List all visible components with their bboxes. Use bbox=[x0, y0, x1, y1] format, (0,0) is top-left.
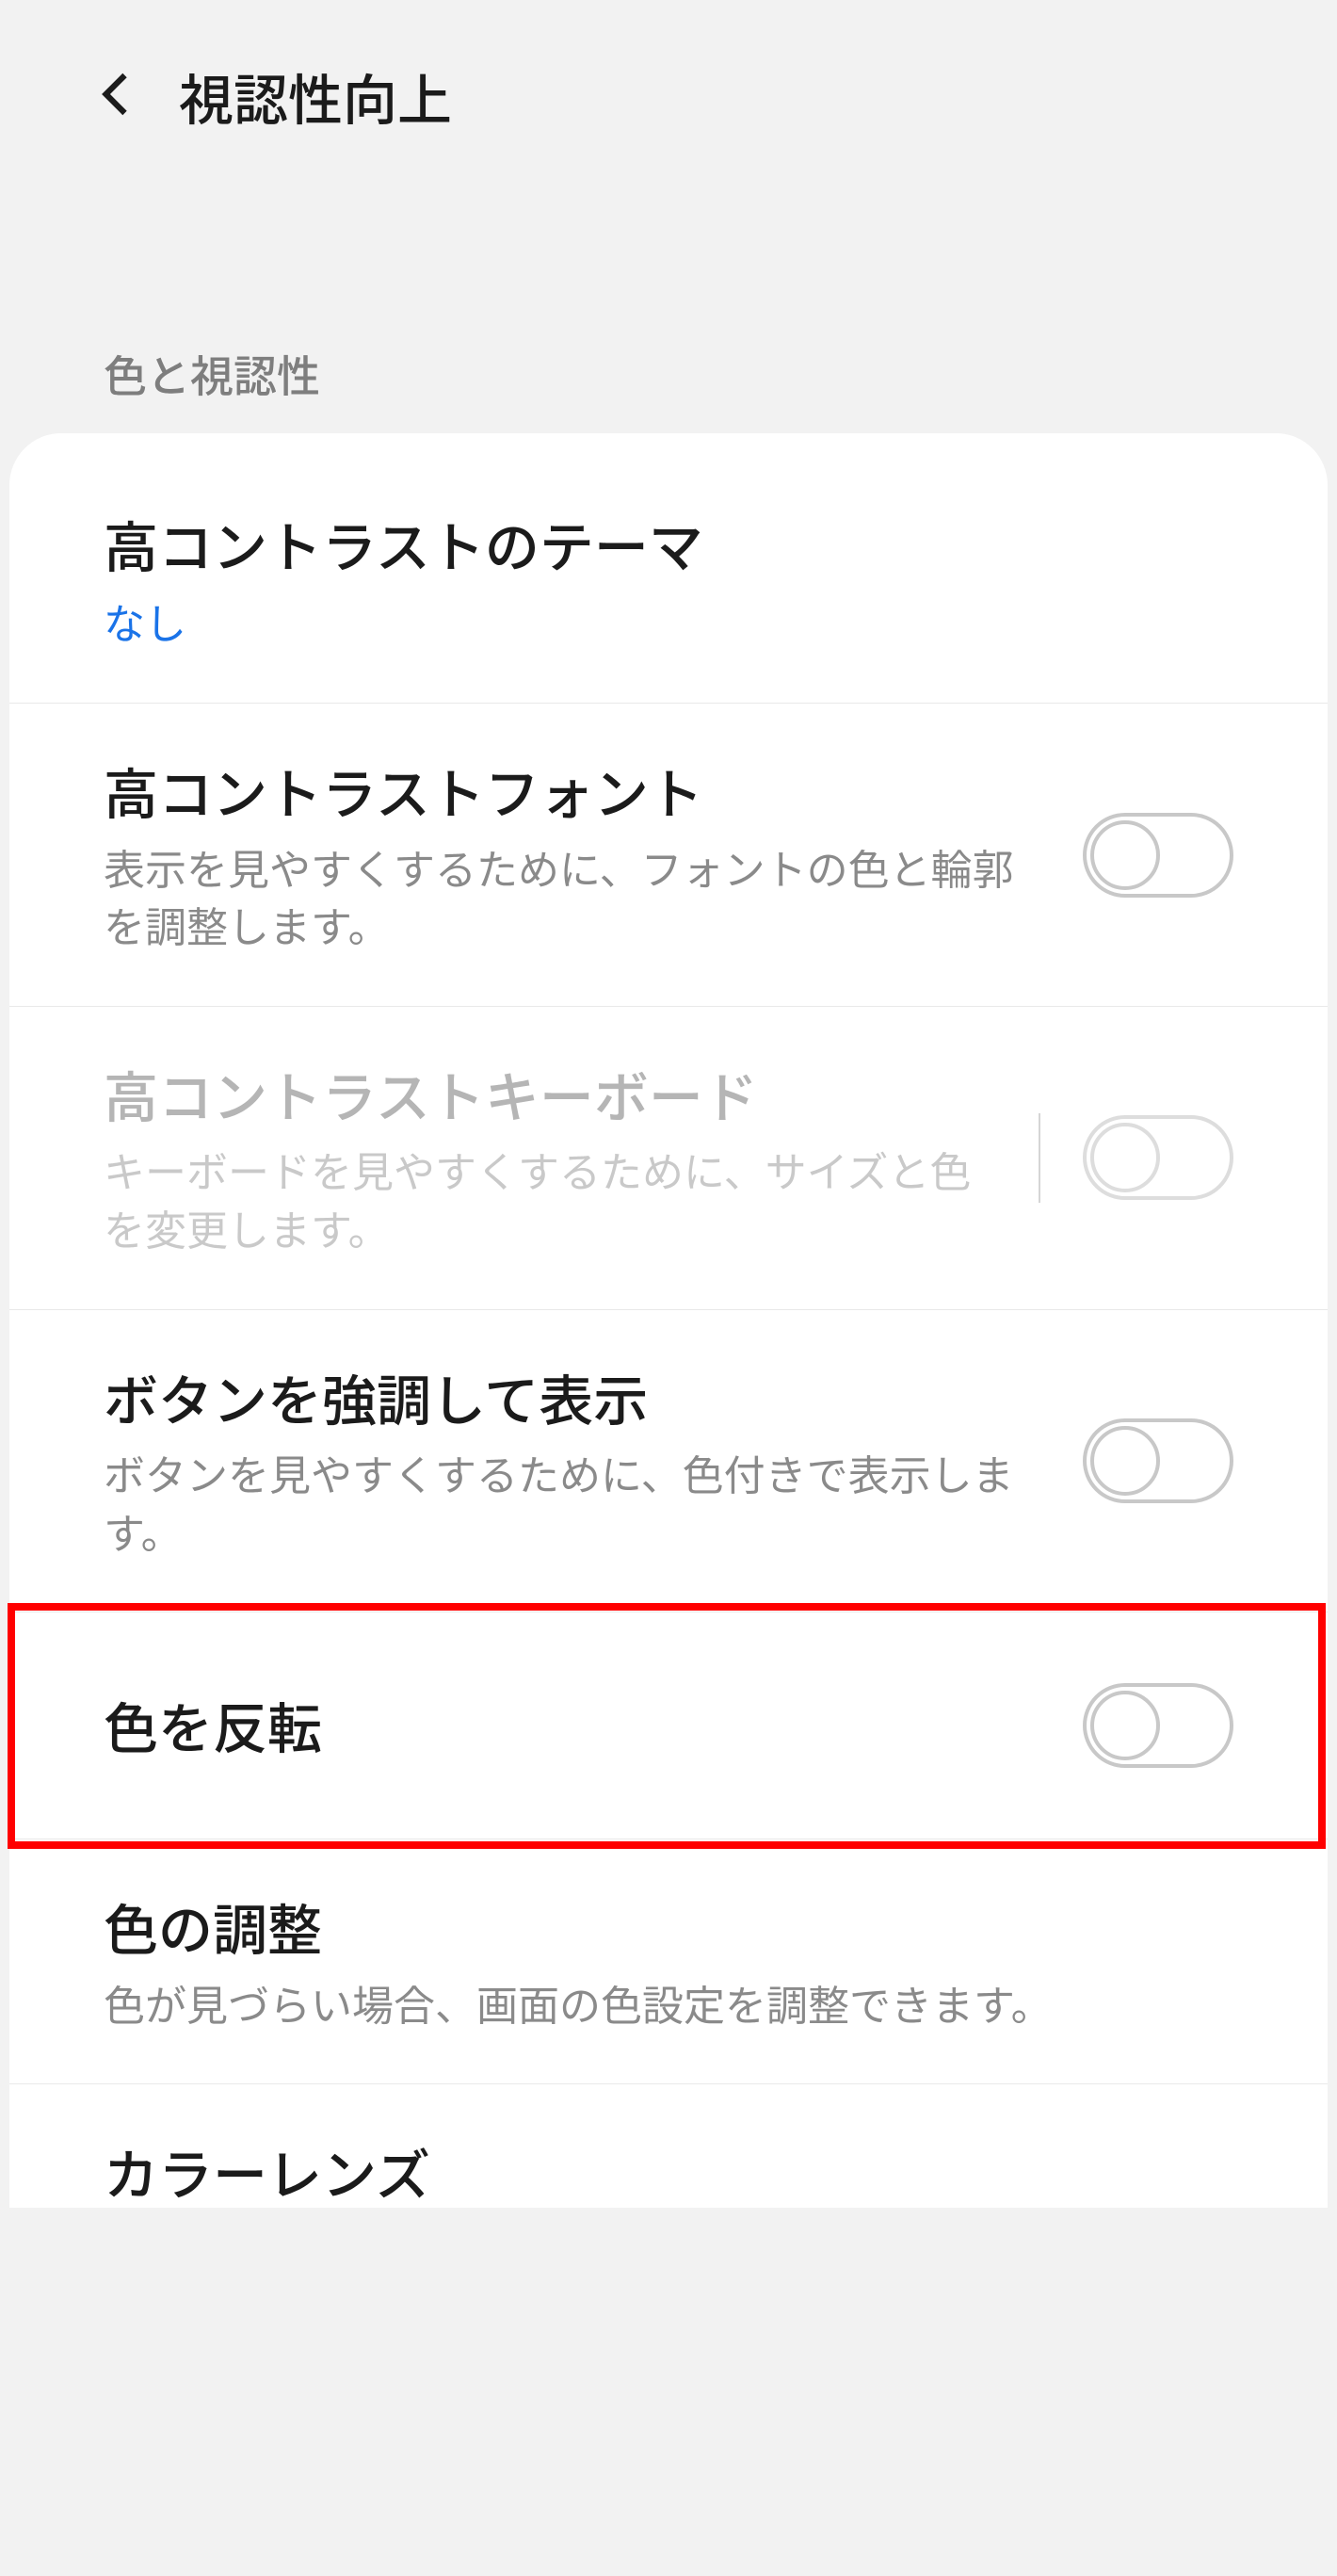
back-icon[interactable] bbox=[94, 71, 141, 122]
divider bbox=[1039, 1113, 1040, 1203]
toggle-high-contrast-font[interactable] bbox=[1083, 813, 1233, 898]
toggle-high-contrast-keyboard[interactable] bbox=[1083, 1115, 1233, 1200]
item-title: 高コントラストのテーマ bbox=[104, 509, 1205, 579]
item-title: ボタンを強調して表示 bbox=[104, 1362, 1055, 1433]
item-invert-colors[interactable]: 色を反転 bbox=[9, 1612, 1328, 1839]
item-color-adjustment[interactable]: 色の調整 色が見づらい場合、画面の色設定を調整できます。 bbox=[9, 1839, 1328, 2084]
item-value: なし bbox=[104, 591, 1205, 651]
item-title: 高コントラストフォント bbox=[104, 755, 1055, 826]
item-sub: 色が見づらい場合、画面の色設定を調整できます。 bbox=[104, 1974, 1205, 2033]
section-label: 色と視認性 bbox=[0, 192, 1337, 433]
item-sub: ボタンを見やすくするために、色付きで表示します。 bbox=[104, 1444, 1055, 1560]
item-sub: 表示を見やすくするために、フォントの色と輪郭を調整します。 bbox=[104, 838, 1055, 954]
item-sub: キーボードを見やすくするために、サイズと色を変更します。 bbox=[104, 1141, 1010, 1256]
item-title: カラーレンズ bbox=[104, 2136, 1205, 2207]
toggle-group bbox=[1039, 1113, 1233, 1203]
toggle-highlight-buttons[interactable] bbox=[1083, 1418, 1233, 1503]
item-title: 高コントラストキーボード bbox=[104, 1059, 1010, 1129]
item-title: 色の調整 bbox=[104, 1891, 1205, 1962]
item-high-contrast-keyboard[interactable]: 高コントラストキーボード キーボードを見やすくするために、サイズと色を変更します… bbox=[9, 1007, 1328, 1310]
settings-card: 高コントラストのテーマ なし 高コントラストフォント 表示を見やすくするために、… bbox=[9, 433, 1328, 2208]
item-high-contrast-font[interactable]: 高コントラストフォント 表示を見やすくするために、フォントの色と輪郭を調整します… bbox=[9, 704, 1328, 1007]
page-title: 視認性向上 bbox=[179, 57, 452, 136]
item-high-contrast-theme[interactable]: 高コントラストのテーマ なし bbox=[9, 433, 1328, 704]
item-color-lens[interactable]: カラーレンズ bbox=[9, 2084, 1328, 2207]
item-title: 色を反転 bbox=[104, 1690, 1055, 1760]
toggle-invert-colors[interactable] bbox=[1083, 1683, 1233, 1768]
page-header: 視認性向上 bbox=[0, 0, 1337, 192]
item-highlight-buttons[interactable]: ボタンを強調して表示 ボタンを見やすくするために、色付きで表示します。 bbox=[9, 1310, 1328, 1613]
